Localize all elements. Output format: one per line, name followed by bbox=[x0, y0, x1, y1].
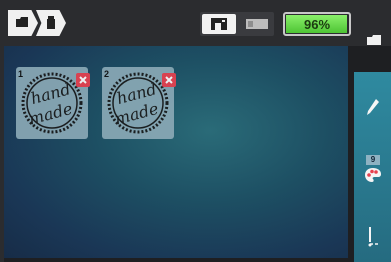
thread-count-badge: 9 bbox=[366, 155, 380, 165]
embroidery-canvas[interactable]: 1 hand made 2 hand made bbox=[4, 46, 348, 258]
close-icon bbox=[165, 76, 173, 84]
usb-card-button[interactable] bbox=[242, 14, 272, 34]
thread-color-button[interactable]: 9 bbox=[364, 155, 384, 185]
edit-pencil-icon[interactable] bbox=[366, 98, 380, 116]
sewing-machine-icon bbox=[211, 18, 227, 30]
usb-card-icon bbox=[246, 19, 268, 29]
design-thumbnail[interactable]: 1 hand made bbox=[16, 67, 90, 139]
machine-memory-icon bbox=[47, 16, 55, 29]
folder-icon bbox=[16, 17, 28, 27]
memory-location-group bbox=[200, 12, 274, 36]
design-thumbnail[interactable]: 2 hand made bbox=[102, 67, 176, 139]
palette-icon bbox=[365, 168, 381, 182]
folder-icon[interactable] bbox=[366, 34, 382, 46]
delete-design-button[interactable] bbox=[76, 73, 90, 87]
machine-memory-button[interactable] bbox=[202, 14, 236, 34]
breadcrumb bbox=[8, 10, 66, 36]
battery-percent: 96% bbox=[303, 17, 331, 32]
battery-indicator: 96% bbox=[283, 12, 351, 36]
breadcrumb-folder[interactable] bbox=[8, 10, 38, 36]
breadcrumb-machine-memory[interactable] bbox=[36, 10, 66, 36]
delete-design-button[interactable] bbox=[162, 73, 176, 87]
handmade-stamp-icon: hand made bbox=[21, 72, 83, 134]
needle-stitch-icon[interactable] bbox=[367, 226, 381, 248]
handmade-stamp-icon: hand made bbox=[107, 72, 169, 134]
top-bar: 96% bbox=[0, 0, 391, 46]
close-icon bbox=[79, 76, 87, 84]
